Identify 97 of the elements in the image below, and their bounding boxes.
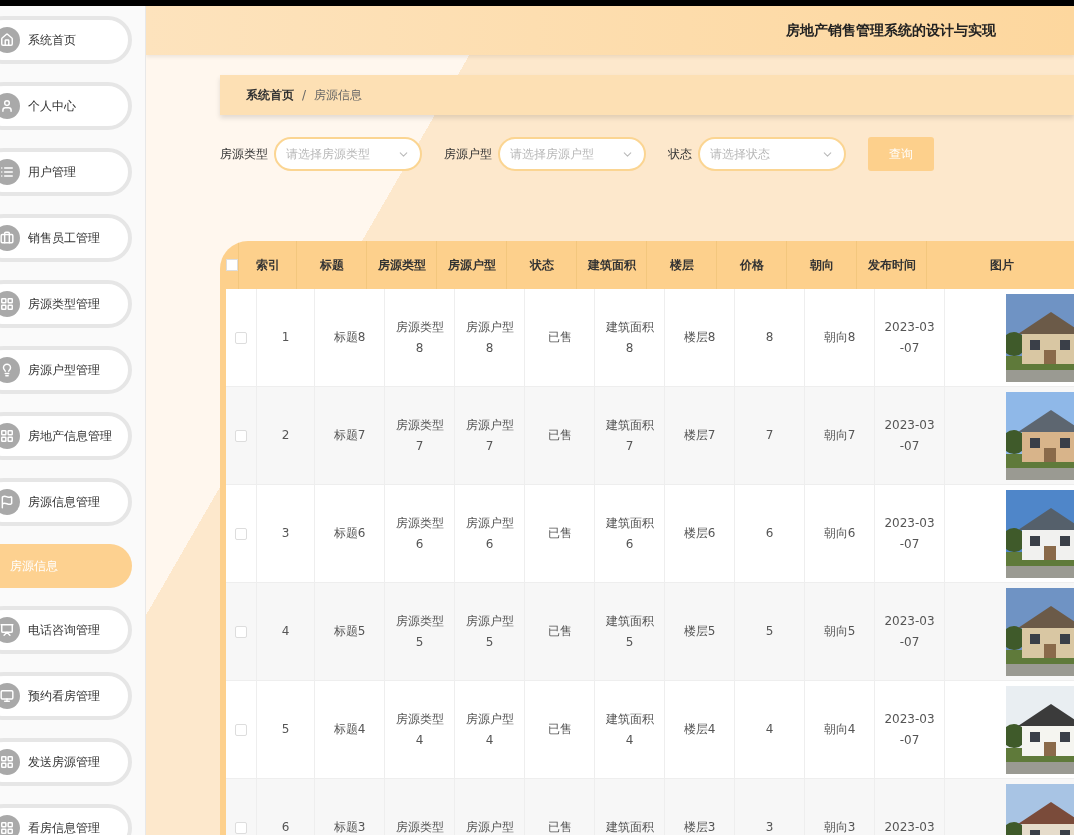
- breadcrumb-link[interactable]: 系统首页: [246, 86, 294, 104]
- table-cell-text: 朝向8: [823, 329, 856, 346]
- row-checkbox[interactable]: [235, 429, 247, 442]
- table-cell-text: 标题8: [333, 329, 366, 346]
- sidebar-item[interactable]: 销售员工管理: [0, 214, 132, 262]
- table-cell-text: 房源户型5: [464, 612, 515, 651]
- table-cell-text: 楼层8: [683, 329, 716, 346]
- table-cell-text: 5: [765, 623, 774, 640]
- table-cell-text: 建筑面积7: [604, 416, 655, 455]
- table-cell-text: 已售: [547, 427, 572, 444]
- sidebar-item[interactable]: 房地产信息管理: [0, 412, 132, 460]
- table-cell-text: 楼层6: [683, 525, 716, 542]
- table-cell-text: 3: [281, 525, 290, 542]
- sidebar-item[interactable]: 看房信息管理: [0, 804, 132, 835]
- table-cell-text: 已售: [547, 721, 572, 738]
- sidebar-item[interactable]: 房源信息管理: [0, 478, 132, 526]
- row-checkbox[interactable]: [235, 625, 247, 638]
- table-cell-text: 6: [765, 525, 774, 542]
- filter-label: 房源户型: [444, 146, 492, 163]
- row-checkbox[interactable]: [235, 527, 247, 540]
- table-cell-text: 标题3: [333, 819, 366, 835]
- table-cell-text: 房源户型6: [464, 514, 515, 553]
- sidebar-item[interactable]: 预约看房管理: [0, 672, 132, 720]
- row-checkbox[interactable]: [235, 723, 247, 736]
- sidebar-item[interactable]: 电话咨询管理: [0, 606, 132, 654]
- table-cell-text: 2023-03-07: [883, 514, 936, 553]
- table-cell-text: 楼层7: [683, 427, 716, 444]
- breadcrumb-separator: /: [302, 87, 307, 104]
- table-cell-text: 4: [281, 623, 290, 640]
- table-cell-text: 朝向4: [823, 721, 856, 738]
- flag-icon: [0, 489, 20, 515]
- sidebar-item[interactable]: 个人中心: [0, 82, 132, 130]
- row-checkbox[interactable]: [235, 821, 247, 834]
- table-cell-text: 朝向7: [823, 427, 856, 444]
- table-cell-text: 朝向3: [823, 819, 856, 835]
- table-cell-text: 房源类型5: [394, 612, 445, 651]
- sidebar-item[interactable]: 用户管理: [0, 148, 132, 196]
- table-cell-text: 2: [281, 427, 290, 444]
- list-icon: [0, 159, 20, 185]
- table-cell-text: 楼层3: [683, 819, 716, 835]
- table-cell-text: 1: [281, 329, 290, 346]
- grid-icon: [0, 749, 20, 775]
- table-cell-text: 2023-03: [884, 819, 935, 835]
- table-cell-text: 2023-03-07: [883, 612, 936, 651]
- system-title: 房地产销售管理系统的设计与实现: [786, 21, 996, 40]
- table-cell-text: 房源户型4: [464, 710, 515, 749]
- user-icon: [0, 93, 20, 119]
- signboard-icon: [0, 617, 20, 643]
- table-cell-text: 建筑面积8: [604, 318, 655, 357]
- table-cell-text: 建筑面积4: [604, 710, 655, 749]
- monitor-icon: [0, 683, 20, 709]
- table-cell-text: 朝向6: [823, 525, 856, 542]
- table-cell-text: 房源类型8: [394, 318, 445, 357]
- table-cell-text: 建筑面积5: [604, 612, 655, 651]
- briefcase-icon: [0, 225, 20, 251]
- table-cell-text: 标题5: [333, 623, 366, 640]
- breadcrumb-link[interactable]: 房源信息: [314, 86, 363, 104]
- table-cell-text: 2023-03-07: [883, 416, 936, 455]
- table-cell-text: 楼层5: [683, 623, 716, 640]
- table-cell-text: 3: [765, 819, 774, 835]
- table-cell-text: 楼层4: [683, 721, 716, 738]
- sidebar-item[interactable]: 发送房源管理: [0, 738, 132, 786]
- table-cell-text: 标题7: [333, 427, 366, 444]
- grid-icon: [0, 291, 20, 317]
- sidebar-item[interactable]: 房源类型管理: [0, 280, 132, 328]
- table-cell-text: 4: [765, 721, 774, 738]
- table-cell-text: 已售: [547, 525, 572, 542]
- select-all-checkbox[interactable]: [226, 259, 238, 271]
- home-icon: [0, 27, 20, 53]
- table-cell-text: 房源类型: [395, 819, 444, 835]
- table-cell-text: 6: [281, 819, 290, 835]
- table-cell-text: 房源类型6: [394, 514, 445, 553]
- table-cell-text: 房源户型: [465, 819, 514, 835]
- filter-label: 房源类型: [220, 146, 268, 163]
- table-cell-text: 已售: [547, 623, 572, 640]
- table-cell-text: 房源户型7: [464, 416, 515, 455]
- table-cell-text: 已售: [547, 819, 572, 835]
- sidebar-item[interactable]: 系统首页: [0, 16, 132, 64]
- table-cell-text: 2023-03-07: [883, 318, 936, 357]
- table-cell-text: 已售: [547, 329, 572, 346]
- table-cell-text: 5: [281, 721, 290, 738]
- table-cell-text: 建筑面积6: [604, 514, 655, 553]
- table-cell-text: 房源户型8: [464, 318, 515, 357]
- table-cell-text: 标题6: [333, 525, 366, 542]
- table-cell-text: 8: [765, 329, 774, 346]
- table-cell-text: 朝向5: [823, 623, 856, 640]
- table-cell-text: 建筑面积: [605, 819, 654, 835]
- table-cell-text: 房源类型7: [394, 416, 445, 455]
- lightbulb-icon: [0, 357, 20, 383]
- table-cell-text: 7: [765, 427, 774, 444]
- filter-label: 状态: [668, 146, 692, 163]
- table-cell-text: 2023-03-07: [883, 710, 936, 749]
- sidebar-item[interactable]: 房源户型管理: [0, 346, 132, 394]
- table-cell-text: 房源类型4: [394, 710, 445, 749]
- table-cell-text: 标题4: [333, 721, 366, 738]
- row-checkbox[interactable]: [235, 331, 247, 344]
- grid-icon: [0, 423, 20, 449]
